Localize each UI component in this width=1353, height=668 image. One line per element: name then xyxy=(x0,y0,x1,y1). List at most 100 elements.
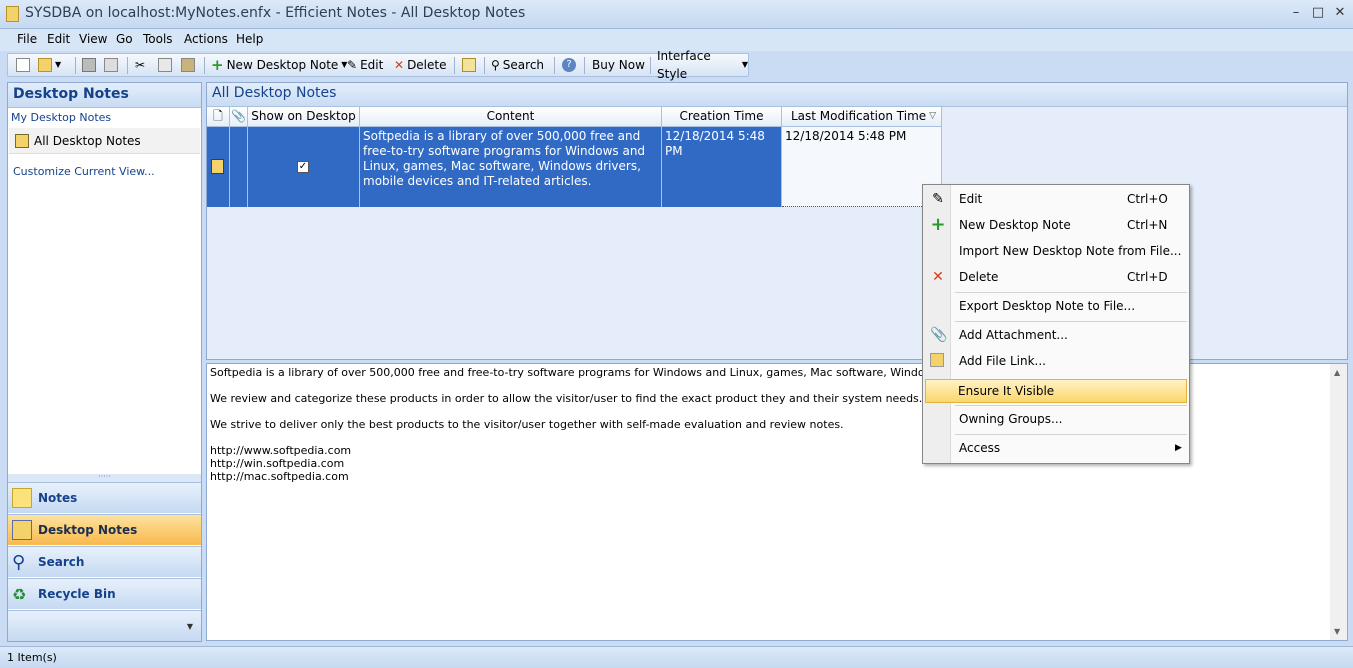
new-desktop-note-button[interactable]: + New Desktop Note ▼ xyxy=(211,56,347,74)
menu-view[interactable]: View xyxy=(79,32,107,46)
print-button[interactable] xyxy=(82,56,96,74)
grid-title: All Desktop Notes xyxy=(207,83,1347,107)
ctx-add-file-link[interactable]: Add File Link... xyxy=(925,349,1187,373)
desktop-note-icon xyxy=(211,159,224,174)
new-file-button[interactable] xyxy=(16,56,30,74)
content-cell: Softpedia is a library of over 500,000 f… xyxy=(360,127,662,207)
separator xyxy=(75,57,76,74)
menu-separator xyxy=(955,434,1187,435)
copy-button[interactable] xyxy=(158,56,172,74)
item-count: 1 Item(s) xyxy=(7,651,57,664)
title-bar: SYSDBA on localhost:MyNotes.enfx - Effic… xyxy=(0,0,1353,29)
separator xyxy=(484,57,485,74)
splitter-handle[interactable]: ····· xyxy=(8,473,201,482)
preview-link[interactable]: http://mac.softpedia.com xyxy=(210,470,1344,483)
ctx-owning-groups[interactable]: Owning Groups... xyxy=(925,407,1187,431)
print-preview-button[interactable] xyxy=(104,56,118,74)
paperclip-icon: 📎 xyxy=(231,109,246,123)
show-on-desktop-checkbox[interactable]: ✓ xyxy=(297,161,309,173)
menu-edit[interactable]: Edit xyxy=(47,32,70,46)
chevron-right-icon: ▶ xyxy=(1175,443,1182,453)
ctx-delete[interactable]: ✕ Delete Ctrl+D xyxy=(925,265,1187,289)
toolbar: ▼ ✂ + New Desktop Note ▼ ✎ Edit ✕ Delete ⚲ Se… xyxy=(7,49,749,81)
paste-icon xyxy=(181,58,195,72)
ctx-ensure-visible[interactable]: Ensure It Visible xyxy=(925,379,1187,403)
customize-view-link[interactable]: Customize Current View... xyxy=(13,165,155,178)
chevron-down-icon: ▼ xyxy=(186,621,193,631)
help-button[interactable]: ? xyxy=(562,56,576,74)
ctx-add-attachment[interactable]: 📎 Add Attachment... xyxy=(925,323,1187,347)
scroll-down-icon[interactable]: ▼ xyxy=(1334,625,1340,638)
cut-button[interactable]: ✂ xyxy=(135,56,145,74)
open-button[interactable]: ▼ xyxy=(38,56,61,74)
ctx-new-desktop-note[interactable]: + New Desktop Note Ctrl+N xyxy=(925,213,1187,237)
col-show-on-desktop[interactable]: Show on Desktop xyxy=(248,107,360,127)
filter-icon[interactable]: ▽ xyxy=(929,107,936,126)
nav-overflow[interactable]: ▼ xyxy=(8,610,201,641)
status-bar: 1 Item(s) xyxy=(0,646,1353,668)
nav-notes[interactable]: Notes xyxy=(8,482,201,513)
modified-time-cell: 12/18/2014 5:48 PM xyxy=(782,127,942,207)
recycle-icon: ♻ xyxy=(12,584,27,604)
menu-help[interactable]: Help xyxy=(236,32,263,46)
buy-now-button[interactable]: Buy Now xyxy=(592,56,645,74)
maximize-button[interactable]: □ xyxy=(1307,4,1329,22)
menu-tools[interactable]: Tools xyxy=(143,32,173,46)
paste-button[interactable] xyxy=(181,56,195,74)
col-creation-time[interactable]: Creation Time xyxy=(662,107,782,127)
folder-icon xyxy=(38,58,52,72)
interface-style-button[interactable]: Interface Style ▼ xyxy=(657,49,748,81)
edit-button[interactable]: ✎ Edit xyxy=(347,56,383,74)
copy-icon xyxy=(158,58,172,72)
ctx-export[interactable]: Export Desktop Note to File... xyxy=(925,294,1187,318)
menu-actions[interactable]: Actions xyxy=(184,32,228,46)
show-on-desktop-cell: ✓ xyxy=(248,127,360,207)
delete-x-icon: ✕ xyxy=(932,269,944,285)
refresh-icon xyxy=(462,58,476,72)
nav-recycle-bin[interactable]: ♻ Recycle Bin xyxy=(8,578,201,609)
col-attachment[interactable]: 📎 xyxy=(230,107,248,127)
nav-desktop-notes[interactable]: Desktop Notes xyxy=(8,514,201,545)
col-note-type[interactable]: 🗋 xyxy=(207,107,230,127)
delete-x-icon: ✕ xyxy=(394,58,405,72)
printer-icon xyxy=(82,58,96,72)
scroll-up-icon[interactable]: ▲ xyxy=(1334,366,1340,379)
desktop-note-icon xyxy=(15,133,29,148)
col-last-modification-time[interactable]: Last Modification Time ▽ xyxy=(782,107,942,127)
separator xyxy=(204,57,205,74)
ctx-access[interactable]: Access ▶ xyxy=(925,436,1187,460)
col-content[interactable]: Content xyxy=(360,107,662,127)
new-file-icon xyxy=(16,58,30,72)
separator xyxy=(454,57,455,74)
window-title: SYSDBA on localhost:MyNotes.enfx - Effic… xyxy=(25,5,526,21)
pane-title: Desktop Notes xyxy=(8,83,201,108)
search-icon: ⚲ xyxy=(12,551,26,573)
page-icon: 🗋 xyxy=(213,109,223,123)
help-icon: ? xyxy=(562,58,576,72)
table-row[interactable] xyxy=(207,127,230,207)
close-button[interactable]: ✕ xyxy=(1329,4,1351,22)
nav-search[interactable]: ⚲ Search xyxy=(8,546,201,577)
separator xyxy=(584,57,585,74)
menu-go[interactable]: Go xyxy=(116,32,133,46)
minimize-button[interactable]: – xyxy=(1285,4,1307,22)
plus-icon: + xyxy=(930,214,946,235)
menu-separator xyxy=(955,292,1187,293)
edit-icon: ✎ xyxy=(347,58,358,72)
note-icon xyxy=(12,488,32,508)
separator xyxy=(554,57,555,74)
file-link-icon xyxy=(930,353,944,367)
separator xyxy=(650,57,651,74)
refresh-button[interactable] xyxy=(462,56,476,74)
search-button[interactable]: ⚲ Search xyxy=(491,56,544,74)
preview-scrollbar[interactable]: ▲ ▼ xyxy=(1330,364,1347,640)
delete-button[interactable]: ✕ Delete xyxy=(394,56,447,74)
tree-item-all-desktop-notes[interactable]: All Desktop Notes xyxy=(9,128,200,154)
ctx-edit[interactable]: ✎ Edit Ctrl+O xyxy=(925,187,1187,211)
section-label: My Desktop Notes xyxy=(11,111,112,124)
plus-icon: + xyxy=(211,56,224,74)
creation-time-cell: 12/18/2014 5:48 PM xyxy=(662,127,782,207)
print-preview-icon xyxy=(104,58,118,72)
ctx-import[interactable]: Import New Desktop Note from File... xyxy=(925,239,1187,263)
menu-file[interactable]: File xyxy=(17,32,37,46)
